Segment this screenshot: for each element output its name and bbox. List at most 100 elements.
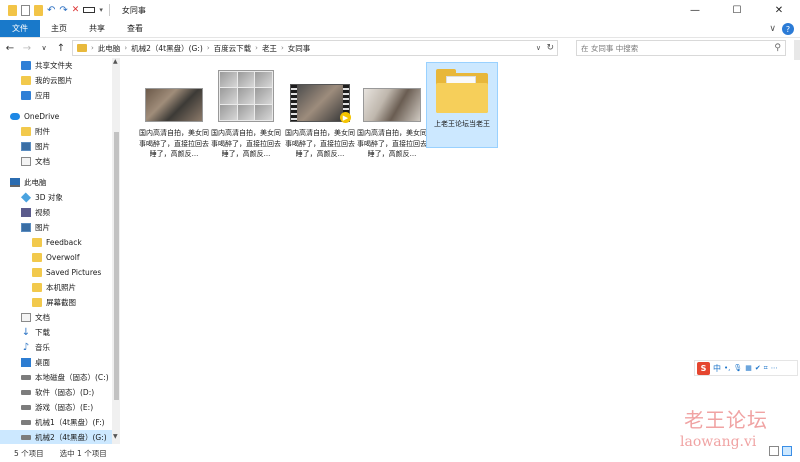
sidebar-item-label: 视频 xyxy=(35,208,50,217)
address-dropdown-icon[interactable]: ∨ xyxy=(536,41,541,55)
folder-icon xyxy=(8,4,17,16)
microphone-icon[interactable]: 🎙 xyxy=(733,364,742,372)
drive-icon xyxy=(21,405,31,410)
rename-icon[interactable] xyxy=(83,7,96,13)
breadcrumb-separator: › xyxy=(91,44,94,52)
ribbon-tabs: 文件 主页 共享 查看 ∨ ? xyxy=(0,20,800,38)
file-item[interactable]: 国内高清自拍，美女同事喝醉了，直接拉回去睡了，高颜反... xyxy=(356,70,428,160)
sidebar-item[interactable]: 机械2（4t黑盘）(G:) xyxy=(0,430,112,444)
minimize-button[interactable]: — xyxy=(674,0,716,20)
sidebar-item[interactable]: 我的云图片 xyxy=(0,73,112,88)
folder-item[interactable]: 上老王论坛当老王 xyxy=(426,62,498,148)
sidebar-item[interactable]: ♪ 音乐 xyxy=(0,340,112,355)
breadcrumb-this-pc[interactable]: 此电脑 xyxy=(98,43,121,54)
file-item[interactable]: 国内高清自拍，美女同事喝醉了，直接拉回去睡了，高颜反... xyxy=(138,70,210,160)
tab-file[interactable]: 文件 xyxy=(0,20,40,37)
sidebar-item[interactable]: 文档 xyxy=(0,310,112,325)
desktop-icon xyxy=(21,358,31,367)
sidebar-item[interactable]: 应用 xyxy=(0,88,112,103)
delete-icon[interactable]: ✕ xyxy=(72,5,80,15)
sidebar-item[interactable]: 软件（固态）(D:) xyxy=(0,385,112,400)
details-view-icon[interactable] xyxy=(769,446,779,456)
redo-icon[interactable]: ↷ xyxy=(59,5,67,16)
undo-icon[interactable]: ↶ xyxy=(47,5,55,16)
search-box[interactable]: 在 女同事 中搜索 ⚲ xyxy=(576,40,786,56)
pane-handle[interactable] xyxy=(794,40,800,60)
sidebar-item[interactable]: 图片 xyxy=(0,220,112,235)
scroll-down-icon[interactable]: ▼ xyxy=(113,433,118,440)
refresh-icon[interactable]: ↻ xyxy=(546,41,554,55)
tab-share[interactable]: 共享 xyxy=(78,20,116,37)
properties-icon[interactable] xyxy=(21,4,30,16)
expand-ribbon-icon[interactable]: ∨ xyxy=(769,24,776,34)
sidebar-item[interactable]: 游戏（固态）(E:) xyxy=(0,400,112,415)
breadcrumb-drive-g[interactable]: 机械2（4t黑盘）(G:) xyxy=(131,43,203,54)
sidebar-item-label: 应用 xyxy=(35,91,50,100)
scrollbar-thumb[interactable] xyxy=(114,132,119,400)
recent-locations-button[interactable]: ∨ xyxy=(37,44,51,52)
sidebar-item-label: 此电脑 xyxy=(24,178,47,187)
file-name: 国内高清自拍，美女同事喝醉了，直接拉回去睡了，高颜反... xyxy=(285,129,355,158)
sidebar-item[interactable]: 文档 xyxy=(0,154,112,169)
scroll-up-icon[interactable]: ▲ xyxy=(113,58,118,65)
sidebar-item-label: 下载 xyxy=(35,328,50,337)
back-button[interactable]: ← xyxy=(3,43,17,54)
new-folder-icon[interactable] xyxy=(34,4,43,16)
sogou-logo-icon[interactable]: S xyxy=(697,361,710,375)
sidebar-item[interactable]: 附件 xyxy=(0,124,112,139)
breadcrumb-baidu-download[interactable]: 百度云下载 xyxy=(214,43,252,54)
keyboard-icon[interactable]: ▦ xyxy=(745,364,752,372)
tab-view[interactable]: 查看 xyxy=(116,20,154,37)
sidebar-item[interactable]: 桌面 xyxy=(0,355,112,370)
sidebar-item[interactable]: ↓ 下载 xyxy=(0,325,112,340)
pictures-icon xyxy=(21,223,31,232)
search-icon[interactable]: ⚲ xyxy=(774,43,781,53)
file-item[interactable]: 国内高清自拍，美女同事喝醉了，直接拉回去睡了，高颜反... xyxy=(210,70,282,160)
sidebar-item-label: 附件 xyxy=(35,127,50,136)
sidebar-item[interactable]: 图片 xyxy=(0,139,112,154)
large-icons-view-icon[interactable] xyxy=(782,446,792,456)
sidebar-item[interactable]: 共享文件夹 xyxy=(0,58,112,73)
maximize-button[interactable]: ☐ xyxy=(716,0,758,20)
folder-icon xyxy=(32,268,42,277)
more-icon[interactable]: ⋯ xyxy=(771,364,778,372)
sidebar-item-label: Feedback xyxy=(46,238,82,247)
sidebar-item-label: 桌面 xyxy=(35,358,50,367)
search-input[interactable]: 在 女同事 中搜索 xyxy=(581,43,638,54)
forward-button[interactable]: → xyxy=(20,43,34,54)
up-button[interactable]: ↑ xyxy=(54,43,68,54)
file-name: 国内高清自拍，美女同事喝醉了，直接拉回去睡了，高颜反... xyxy=(357,129,427,158)
sidebar-item[interactable]: 机械1（4t黑盘）(F:) xyxy=(0,415,112,430)
sidebar-item-label: 游戏（固态）(E:) xyxy=(35,403,94,412)
sidebar-item[interactable]: Overwolf xyxy=(0,250,112,265)
breadcrumb-laowang[interactable]: 老王 xyxy=(262,43,277,54)
drive-icon xyxy=(21,420,31,425)
ime-mode-toggle[interactable]: 中 xyxy=(713,363,721,374)
breadcrumb-separator: › xyxy=(206,44,210,52)
sidebar-item[interactable]: 本机照片 xyxy=(0,280,112,295)
sidebar-item[interactable]: OneDrive xyxy=(0,109,112,124)
sidebar-item[interactable]: 本地磁盘（固态）(C:) xyxy=(0,370,112,385)
skin-icon[interactable]: ✔ xyxy=(755,364,761,372)
toolbox-icon[interactable]: ⌗ xyxy=(764,364,768,373)
sidebar-item[interactable]: 视频 xyxy=(0,205,112,220)
sidebar-item[interactable]: 此电脑 xyxy=(0,175,112,190)
breadcrumb-current-folder[interactable]: 女同事 xyxy=(288,43,311,54)
documents-icon xyxy=(21,157,31,166)
breadcrumb-separator: › xyxy=(280,44,284,52)
sidebar-item[interactable]: 屏幕截图 xyxy=(0,295,112,310)
image-thumbnail xyxy=(145,88,203,122)
folder-icon xyxy=(32,283,42,292)
close-button[interactable]: ✕ xyxy=(758,0,800,20)
customize-toolbar-icon[interactable]: ▾ xyxy=(99,6,103,14)
share-folder-icon xyxy=(21,61,31,70)
tab-home[interactable]: 主页 xyxy=(40,20,78,37)
sidebar-item[interactable]: 3D 对象 xyxy=(0,190,112,205)
address-bar[interactable]: › 此电脑 › 机械2（4t黑盘）(G:) › 百度云下载 › 老王 › 女同事… xyxy=(72,40,558,56)
file-item[interactable]: ▶ 国内高清自拍，美女同事喝醉了，直接拉回去睡了，高颜反... xyxy=(284,70,356,160)
sidebar-item[interactable]: Saved Pictures xyxy=(0,265,112,280)
sidebar-item[interactable]: Feedback xyxy=(0,235,112,250)
help-icon[interactable]: ? xyxy=(782,23,794,35)
punctuation-icon[interactable]: •, xyxy=(724,364,730,372)
sidebar-item-label: 图片 xyxy=(35,223,50,232)
